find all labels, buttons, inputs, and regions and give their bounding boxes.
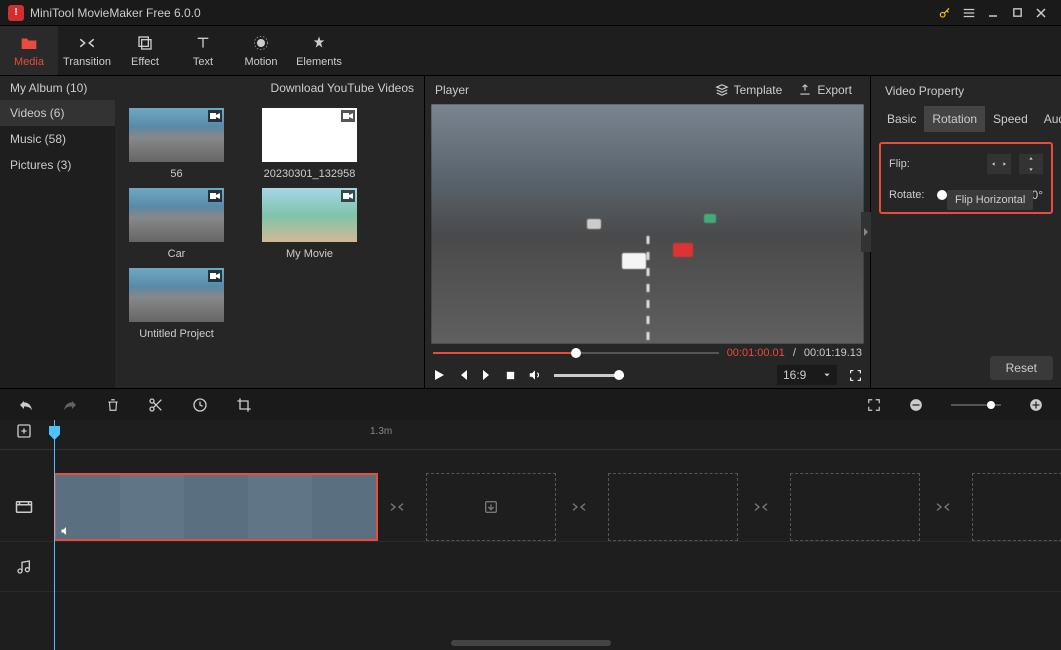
time-separator: / <box>793 347 796 359</box>
drop-slot[interactable] <box>608 473 738 541</box>
player-title: Player <box>435 83 469 97</box>
download-youtube-link[interactable]: Download YouTube Videos <box>253 81 414 95</box>
tab-elements[interactable]: Elements <box>290 26 348 75</box>
video-clip[interactable] <box>54 473 378 541</box>
next-button[interactable] <box>481 369 493 381</box>
tab-transition[interactable]: Transition <box>58 26 116 75</box>
crop-button[interactable] <box>236 397 252 413</box>
license-key-icon[interactable] <box>933 1 957 25</box>
redo-button[interactable] <box>62 398 78 412</box>
prop-tab-basic[interactable]: Basic <box>879 106 924 132</box>
tooltip: Flip Horizontal <box>947 190 1033 210</box>
zoom-out-button[interactable] <box>909 398 923 412</box>
prop-tab-rotation[interactable]: Rotation <box>924 106 985 132</box>
maximize-button[interactable] <box>1005 1 1029 25</box>
reset-button[interactable]: Reset <box>990 356 1053 380</box>
prop-tab-speed[interactable]: Speed <box>985 106 1036 132</box>
timeline-ruler[interactable]: 1.3m <box>0 420 1061 450</box>
sidebar-item-music[interactable]: Music (58) <box>0 126 115 152</box>
volume-icon[interactable] <box>528 368 542 382</box>
export-button[interactable]: Export <box>790 79 860 101</box>
time-current: 00:01:00.01 <box>727 347 785 359</box>
panel-collapse-handle[interactable] <box>861 212 871 252</box>
titlebar: ! MiniTool MovieMaker Free 6.0.0 <box>0 0 1061 26</box>
menu-icon[interactable] <box>957 1 981 25</box>
volume-slider[interactable] <box>554 374 624 377</box>
player-panel: Player Template Export <box>425 76 871 388</box>
media-item[interactable]: 20230301_132958 <box>252 108 367 180</box>
app-logo-icon: ! <box>8 5 24 21</box>
prop-tab-audio[interactable]: Audio <box>1036 106 1061 132</box>
minimize-button[interactable] <box>981 1 1005 25</box>
video-icon <box>208 110 222 122</box>
rotate-label: Rotate: <box>889 189 929 201</box>
stop-button[interactable] <box>505 370 516 381</box>
sidebar-item-videos[interactable]: Videos (6) <box>0 100 115 126</box>
main-toolbar: Media Transition Effect Text Motion Elem… <box>0 26 1061 76</box>
clip-audio-icon <box>60 525 72 537</box>
fullscreen-button[interactable] <box>849 369 862 382</box>
flip-vertical-button[interactable] <box>1019 154 1043 174</box>
template-button[interactable]: Template <box>707 79 791 101</box>
media-item[interactable]: Car <box>119 188 234 260</box>
tab-media[interactable]: Media <box>0 26 58 75</box>
flip-label: Flip: <box>889 158 929 170</box>
flip-horizontal-button[interactable] <box>987 154 1011 174</box>
media-item[interactable]: 56 <box>119 108 234 180</box>
video-track[interactable] <box>0 472 1061 542</box>
speed-button[interactable] <box>192 397 208 413</box>
tab-motion[interactable]: Motion <box>232 26 290 75</box>
app-title: MiniTool MovieMaker Free 6.0.0 <box>30 6 201 20</box>
time-duration: 00:01:19.13 <box>804 347 862 359</box>
media-item[interactable]: My Movie <box>252 188 367 260</box>
undo-button[interactable] <box>18 398 34 412</box>
audio-track-icon <box>0 559 48 575</box>
playhead[interactable] <box>54 420 55 650</box>
play-button[interactable] <box>433 369 445 381</box>
prev-button[interactable] <box>457 369 469 381</box>
audio-track[interactable] <box>0 542 1061 592</box>
transition-slot[interactable] <box>934 498 952 516</box>
sidebar-item-pictures[interactable]: Pictures (3) <box>0 152 115 178</box>
video-icon <box>208 190 222 202</box>
zoom-slider[interactable] <box>951 404 1001 406</box>
property-title: Video Property <box>879 84 1053 98</box>
video-icon <box>341 190 355 202</box>
video-icon <box>341 110 355 122</box>
timeline[interactable]: 1.3m <box>0 420 1061 650</box>
rotate-value: 0° <box>1032 188 1043 202</box>
video-icon <box>208 270 222 282</box>
drop-slot[interactable] <box>426 473 556 541</box>
media-panel: My Album (10) Download YouTube Videos Vi… <box>0 76 425 388</box>
tab-effect[interactable]: Effect <box>116 26 174 75</box>
video-property-panel: Video Property Basic Rotation Speed Audi… <box>871 76 1061 388</box>
timeline-toolbar <box>0 388 1061 420</box>
drop-slot[interactable] <box>972 473 1061 541</box>
split-button[interactable] <box>148 397 164 413</box>
progress-bar[interactable] <box>433 352 719 354</box>
video-track-icon <box>0 499 48 515</box>
zoom-in-button[interactable] <box>1029 398 1043 412</box>
media-item[interactable]: Untitled Project <box>119 268 234 340</box>
album-label[interactable]: My Album (10) <box>10 81 87 95</box>
fit-button[interactable] <box>867 398 881 412</box>
transition-slot[interactable] <box>388 498 406 516</box>
timeline-scrollbar[interactable] <box>451 640 611 646</box>
transition-slot[interactable] <box>570 498 588 516</box>
drop-slot[interactable] <box>790 473 920 541</box>
delete-button[interactable] <box>106 397 120 413</box>
transition-slot[interactable] <box>752 498 770 516</box>
aspect-ratio-select[interactable]: 16:9 <box>777 365 837 385</box>
media-grid: 56 20230301_132958 Car My Movie Untitled… <box>115 100 424 388</box>
media-sidebar: Videos (6) Music (58) Pictures (3) <box>0 100 115 388</box>
close-button[interactable] <box>1029 1 1053 25</box>
tab-text[interactable]: Text <box>174 26 232 75</box>
video-preview[interactable] <box>431 104 864 344</box>
